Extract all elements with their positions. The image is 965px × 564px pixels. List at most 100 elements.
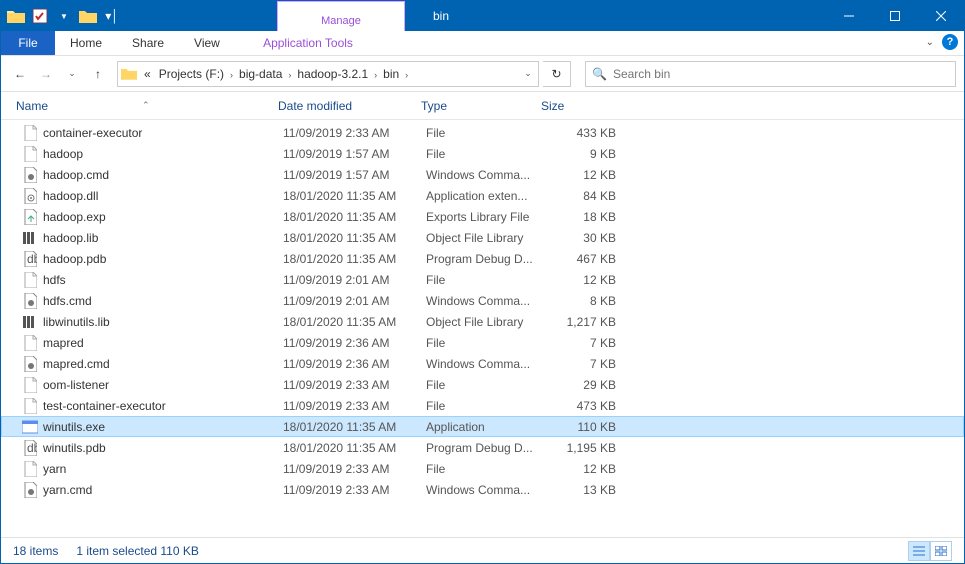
file-type: File — [426, 336, 546, 350]
file-size: 467 KB — [546, 252, 616, 266]
file-size: 8 KB — [546, 294, 616, 308]
item-count: 18 items — [13, 544, 58, 558]
file-name: hadoop.dll — [43, 189, 283, 203]
file-name: winutils.exe — [43, 420, 283, 434]
help-icon[interactable]: ? — [942, 34, 958, 50]
file-row[interactable]: hadoop11/09/2019 1:57 AMFile9 KB — [1, 143, 964, 164]
share-tab[interactable]: Share — [117, 31, 179, 55]
file-name: hadoop.pdb — [43, 252, 283, 266]
file-type: Program Debug D... — [426, 252, 546, 266]
file-size: 12 KB — [546, 168, 616, 182]
crumb-sep-icon[interactable]: › — [403, 70, 410, 80]
file-row[interactable]: hadoop.lib18/01/2020 11:35 AMObject File… — [1, 227, 964, 248]
file-type-icon — [21, 188, 39, 204]
file-type-icon — [21, 167, 39, 183]
file-row[interactable]: db hadoop.pdb18/01/2020 11:35 AMProgram D… — [1, 248, 964, 269]
file-name: hdfs.cmd — [43, 294, 283, 308]
file-date: 18/01/2020 11:35 AM — [283, 420, 426, 434]
file-date: 18/01/2020 11:35 AM — [283, 252, 426, 266]
file-date: 11/09/2019 2:01 AM — [283, 273, 426, 287]
file-size: 1,217 KB — [546, 315, 616, 329]
folder-icon — [7, 7, 25, 25]
file-row[interactable]: hadoop.cmd11/09/2019 1:57 AMWindows Comm… — [1, 164, 964, 185]
file-date: 18/01/2020 11:35 AM — [283, 189, 426, 203]
col-date[interactable]: Date modified — [278, 99, 421, 113]
file-date: 11/09/2019 2:33 AM — [283, 126, 426, 140]
file-type-icon — [21, 272, 39, 288]
file-type: Application exten... — [426, 189, 546, 203]
details-view-button[interactable] — [908, 541, 930, 561]
file-type-icon — [21, 125, 39, 141]
qat-dropdown-icon[interactable]: ▼ — [55, 7, 73, 25]
file-list[interactable]: container-executor11/09/2019 2:33 AMFile… — [1, 120, 964, 537]
search-icon: 🔍 — [592, 67, 607, 81]
crumb[interactable]: bin — [379, 67, 403, 81]
crumb-prefix[interactable]: « — [140, 67, 155, 81]
file-row[interactable]: test-container-executor11/09/2019 2:33 A… — [1, 395, 964, 416]
file-date: 11/09/2019 2:33 AM — [283, 399, 426, 413]
file-row[interactable]: winutils.exe18/01/2020 11:35 AMApplicati… — [1, 416, 964, 437]
file-row[interactable]: oom-listener11/09/2019 2:33 AMFile29 KB — [1, 374, 964, 395]
col-type[interactable]: Type — [421, 99, 541, 113]
file-date: 11/09/2019 2:36 AM — [283, 336, 426, 350]
file-name: hadoop — [43, 147, 283, 161]
address-dropdown-icon[interactable]: ⌄ — [518, 68, 538, 79]
up-button[interactable]: ↑ — [87, 63, 109, 85]
search-input[interactable] — [613, 67, 949, 81]
file-type-icon — [21, 230, 39, 246]
file-row[interactable]: hdfs11/09/2019 2:01 AMFile12 KB — [1, 269, 964, 290]
ribbon-expand-icon[interactable]: ⌄ — [926, 37, 934, 48]
manage-context-tab[interactable]: Manage — [277, 1, 405, 31]
file-size: 30 KB — [546, 231, 616, 245]
file-row[interactable]: yarn.cmd11/09/2019 2:33 AMWindows Comma.… — [1, 479, 964, 500]
file-type: Program Debug D... — [426, 441, 546, 455]
file-type-icon — [21, 293, 39, 309]
file-row[interactable]: hadoop.dll18/01/2020 11:35 AMApplication… — [1, 185, 964, 206]
file-row[interactable]: hadoop.exp18/01/2020 11:35 AMExports Lib… — [1, 206, 964, 227]
file-row[interactable]: libwinutils.lib18/01/2020 11:35 AMObject… — [1, 311, 964, 332]
overflow-icon[interactable]: ▾│ — [103, 7, 121, 25]
file-row[interactable]: mapred11/09/2019 2:36 AMFile7 KB — [1, 332, 964, 353]
file-type: File — [426, 126, 546, 140]
file-type: File — [426, 147, 546, 161]
navbar: ← → ⌄ ↑ « Projects (F:)›big-data›hadoop-… — [1, 56, 964, 92]
selection-status: 1 item selected 110 KB — [76, 544, 199, 558]
content: Name⌃ Date modified Type Size container-… — [1, 92, 964, 537]
file-name: yarn.cmd — [43, 483, 283, 497]
file-type: Object File Library — [426, 315, 546, 329]
forward-button[interactable]: → — [35, 63, 57, 85]
home-tab[interactable]: Home — [55, 31, 117, 55]
crumb-sep-icon[interactable]: › — [228, 70, 235, 80]
crumb[interactable]: hadoop-3.2.1 — [293, 67, 372, 81]
address-bar[interactable]: « Projects (F:)›big-data›hadoop-3.2.1›bi… — [117, 61, 539, 87]
file-name: oom-listener — [43, 378, 283, 392]
file-row[interactable]: dbwinutils.pdb18/01/2020 11:35 AMProgram… — [1, 437, 964, 458]
app-tools-tab[interactable]: Application Tools — [244, 31, 372, 56]
recent-dropdown-icon[interactable]: ⌄ — [61, 63, 83, 85]
file-type-icon — [21, 335, 39, 351]
view-tab[interactable]: View — [179, 31, 235, 55]
search-box[interactable]: 🔍 — [585, 61, 956, 87]
col-size[interactable]: Size — [541, 99, 611, 113]
close-button[interactable] — [918, 1, 964, 31]
back-button[interactable]: ← — [9, 63, 31, 85]
file-type: Windows Comma... — [426, 168, 546, 182]
file-row[interactable]: mapred.cmd11/09/2019 2:36 AMWindows Comm… — [1, 353, 964, 374]
minimize-button[interactable] — [826, 1, 872, 31]
col-name[interactable]: Name⌃ — [16, 99, 278, 113]
crumb[interactable]: big-data — [235, 67, 286, 81]
icons-view-button[interactable] — [930, 541, 952, 561]
file-row[interactable]: yarn11/09/2019 2:33 AMFile12 KB — [1, 458, 964, 479]
file-tab[interactable]: File — [1, 31, 55, 55]
maximize-button[interactable] — [872, 1, 918, 31]
file-size: 9 KB — [546, 147, 616, 161]
crumb[interactable]: Projects (F:) — [155, 67, 228, 81]
refresh-button[interactable]: ↻ — [543, 61, 571, 87]
file-type-icon — [21, 146, 39, 162]
file-size: 433 KB — [546, 126, 616, 140]
file-row[interactable]: hdfs.cmd11/09/2019 2:01 AMWindows Comma.… — [1, 290, 964, 311]
file-row[interactable]: container-executor11/09/2019 2:33 AMFile… — [1, 122, 964, 143]
file-name: libwinutils.lib — [43, 315, 283, 329]
props-icon[interactable] — [31, 7, 49, 25]
svg-text:db: db — [27, 252, 37, 266]
